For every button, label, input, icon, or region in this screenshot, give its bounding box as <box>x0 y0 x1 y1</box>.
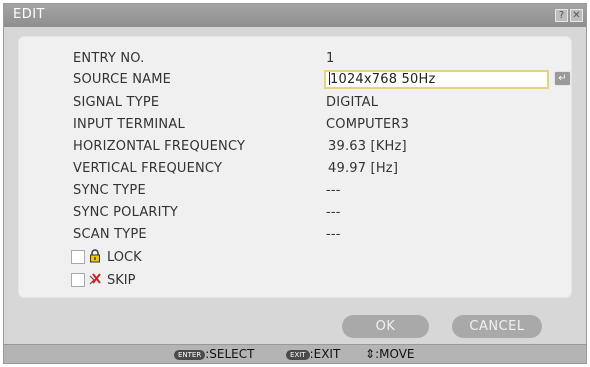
move-hint-label: :MOVE <box>375 347 415 361</box>
enter-key-icon: ENTER <box>174 350 206 360</box>
input-terminal-label: INPUT TERMINAL <box>73 117 185 132</box>
skip-label: SKIP <box>107 273 136 288</box>
move-arrows-icon: ⇕ <box>365 347 376 361</box>
exit-hint: EXIT:EXIT <box>286 347 340 361</box>
entry-no-label: ENTRY NO. <box>73 51 145 66</box>
title-bar: EDIT ? ✕ <box>4 4 586 27</box>
input-terminal-value: COMPUTER3 <box>326 117 410 132</box>
signal-type-value: DIGITAL <box>326 95 379 110</box>
lock-icon <box>87 249 103 265</box>
sync-polarity-label: SYNC POLARITY <box>73 205 178 220</box>
sync-type-label: SYNC TYPE <box>73 183 146 198</box>
skip-checkbox[interactable] <box>71 273 85 287</box>
lock-checkbox[interactable] <box>71 250 85 264</box>
exit-hint-label: :EXIT <box>309 347 341 361</box>
vertical-frequency-value: 49.97 [Hz] <box>328 161 399 176</box>
sync-type-value: --- <box>326 183 341 198</box>
horizontal-frequency-value: 39.63 [KHz] <box>328 139 407 154</box>
scan-type-label: SCAN TYPE <box>73 227 147 242</box>
sync-polarity-value: --- <box>326 205 341 220</box>
skip-icon <box>87 272 103 288</box>
exit-key-icon: EXIT <box>286 350 310 360</box>
scan-type-value: --- <box>326 227 341 242</box>
close-button[interactable]: ✕ <box>570 9 583 22</box>
lock-label: LOCK <box>107 250 142 265</box>
source-name-input[interactable]: 1024x768 50Hz <box>324 70 549 89</box>
vertical-frequency-label: VERTICAL FREQUENCY <box>73 161 223 176</box>
source-name-label: SOURCE NAME <box>73 72 172 87</box>
entry-no-value: 1 <box>326 51 335 66</box>
signal-type-label: SIGNAL TYPE <box>73 95 160 110</box>
edit-dialog: EDIT ? ✕ ENTRY NO. 1 SOURCE NAME 1024x76… <box>3 3 587 364</box>
source-name-row: SOURCE NAME 1024x768 50Hz ↵ <box>19 70 573 90</box>
horizontal-frequency-label: HORIZONTAL FREQUENCY <box>73 139 246 154</box>
help-button[interactable]: ? <box>555 9 568 22</box>
enter-icon[interactable]: ↵ <box>554 71 571 86</box>
ok-button[interactable]: OK <box>342 315 429 338</box>
select-hint-label: :SELECT <box>205 347 255 361</box>
cancel-button[interactable]: CANCEL <box>452 315 542 338</box>
status-bar: ENTER:SELECT EXIT:EXIT ⇕:MOVE <box>4 344 586 363</box>
source-name-value: 1024x768 50Hz <box>330 72 436 87</box>
select-hint: ENTER:SELECT <box>174 347 254 361</box>
move-hint: ⇕:MOVE <box>365 347 414 361</box>
dialog-title: EDIT <box>13 7 45 22</box>
entry-info-panel: ENTRY NO. 1 SOURCE NAME 1024x768 50Hz ↵ … <box>18 36 572 298</box>
